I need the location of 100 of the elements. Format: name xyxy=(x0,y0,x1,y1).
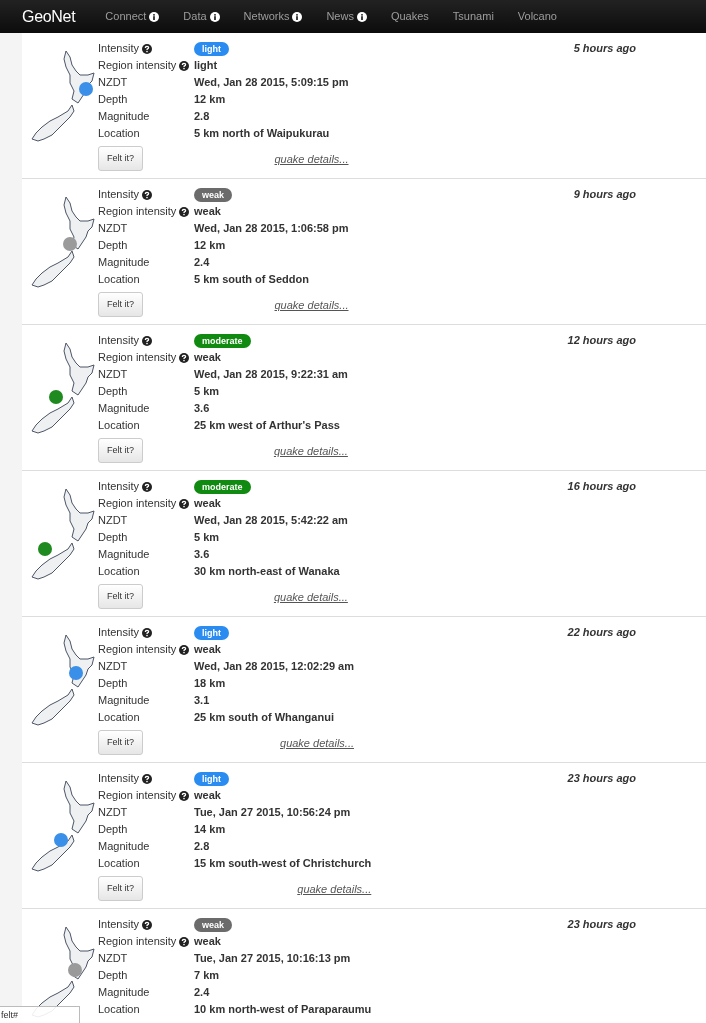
field-value: light xyxy=(194,59,218,71)
field-value: 12 km xyxy=(194,93,226,105)
field-label: NZDT xyxy=(98,659,128,674)
field-label: Magnitude xyxy=(98,109,150,124)
field-label: Region intensity xyxy=(98,642,177,657)
field-label: Intensity xyxy=(98,41,139,56)
felt-it-button[interactable]: Felt it? xyxy=(98,584,143,609)
field-label: Region intensity xyxy=(98,350,177,365)
field-value: weak xyxy=(194,205,221,217)
field-label: Location xyxy=(98,272,140,287)
field-value: Tue, Jan 27 2015, 10:56:24 pm xyxy=(194,806,351,818)
field-value: weak xyxy=(194,643,221,655)
field-label: NZDT xyxy=(98,221,128,236)
field-value: Wed, Jan 28 2015, 12:02:29 am xyxy=(194,660,354,672)
quake-details-link[interactable]: quake details... xyxy=(273,588,348,605)
intensity-badge: weak xyxy=(194,188,233,202)
field-label: Depth xyxy=(98,530,128,545)
field-value: 12 km xyxy=(194,239,226,251)
time-ago: 23 hours ago xyxy=(567,771,636,786)
field-value: 25 km south of Whanganui xyxy=(194,711,334,723)
quake-details-link[interactable]: quake details... xyxy=(273,442,348,459)
field-label: Depth xyxy=(98,384,128,399)
field-label: Region intensity xyxy=(98,58,177,73)
field-label: Magnitude xyxy=(98,401,150,416)
field-label: Location xyxy=(98,418,140,433)
quake-details-link[interactable]: quake details... xyxy=(274,296,349,313)
field-label: Region intensity xyxy=(98,496,177,511)
nav-link[interactable]: Tsunami xyxy=(452,8,494,25)
field-label: Region intensity xyxy=(98,788,177,803)
felt-it-button[interactable]: Felt it? xyxy=(98,876,143,901)
field-label: Intensity xyxy=(98,625,139,640)
time-ago: 23 hours ago xyxy=(567,917,636,932)
field-label: Depth xyxy=(98,822,128,837)
field-value: 3.1 xyxy=(194,694,210,706)
felt-it-button[interactable]: Felt it? xyxy=(98,292,143,317)
quake-details-link[interactable]: quake details... xyxy=(280,734,354,751)
nav-link[interactable]: News xyxy=(326,8,367,25)
field-label: Depth xyxy=(98,238,128,253)
field-value: 10 km north-west of Paraparaumu xyxy=(194,1003,372,1015)
felt-it-button[interactable]: Felt it? xyxy=(98,438,143,463)
felt-it-button[interactable]: Felt it? xyxy=(98,730,143,755)
field-label: NZDT xyxy=(98,951,128,966)
field-value: 2.4 xyxy=(194,986,210,998)
intensity-badge: light xyxy=(194,626,229,640)
time-ago: 12 hours ago xyxy=(567,333,636,348)
field-label: Magnitude xyxy=(98,693,150,708)
field-value: 2.8 xyxy=(194,840,210,852)
field-value: 5 km xyxy=(194,385,220,397)
field-label: NZDT xyxy=(98,805,128,820)
intensity-badge: weak xyxy=(194,918,233,932)
field-label: Intensity xyxy=(98,333,139,348)
field-label: Location xyxy=(98,856,140,871)
field-value: 7 km xyxy=(194,969,220,981)
field-value: weak xyxy=(194,789,221,801)
quake-details-link[interactable]: quake details... xyxy=(274,150,349,167)
time-ago: 16 hours ago xyxy=(567,479,636,494)
field-label: Intensity xyxy=(98,917,139,932)
field-label: Depth xyxy=(98,968,128,983)
field-value: 25 km west of Arthur's Pass xyxy=(194,419,340,431)
felt-it-button[interactable]: Felt it? xyxy=(98,146,143,171)
intensity-badge: moderate xyxy=(194,480,251,494)
field-label: Magnitude xyxy=(98,985,150,1000)
field-value: 5 km south of Seddon xyxy=(194,273,309,285)
field-value: 30 km north-east of Wanaka xyxy=(194,565,340,577)
quake-details-link[interactable]: quake details... xyxy=(297,880,372,897)
nav-link[interactable]: Connect xyxy=(105,8,160,25)
field-value: weak xyxy=(194,351,221,363)
field-label: Magnitude xyxy=(98,255,150,270)
field-value: 2.4 xyxy=(194,256,210,268)
field-value: Tue, Jan 27 2015, 10:16:13 pm xyxy=(194,952,351,964)
field-label: Region intensity xyxy=(98,204,177,219)
field-label: Region intensity xyxy=(98,934,177,949)
time-ago: 9 hours ago xyxy=(573,187,636,202)
field-label: Intensity xyxy=(98,479,139,494)
field-label: Intensity xyxy=(98,187,139,202)
intensity-badge: light xyxy=(194,42,229,56)
field-label: Location xyxy=(98,126,140,141)
field-label: Depth xyxy=(98,676,128,691)
nav-link[interactable]: Volcano xyxy=(517,8,557,25)
field-label: Location xyxy=(98,1002,140,1017)
status-url: felt# xyxy=(0,1006,80,1023)
intensity-badge: light xyxy=(194,772,229,786)
field-label: NZDT xyxy=(98,75,128,90)
field-value: 15 km south-west of Christchurch xyxy=(194,857,372,869)
field-value: 14 km xyxy=(194,823,226,835)
brand-logo[interactable]: GeoNet xyxy=(22,4,76,29)
field-value: 3.6 xyxy=(194,548,210,560)
field-label: Depth xyxy=(98,92,128,107)
field-label: Magnitude xyxy=(98,547,150,562)
field-value: Wed, Jan 28 2015, 1:06:58 pm xyxy=(194,222,349,234)
field-label: NZDT xyxy=(98,367,128,382)
nav-link[interactable]: Data xyxy=(183,8,220,25)
time-ago: 22 hours ago xyxy=(567,625,636,640)
field-value: Wed, Jan 28 2015, 9:22:31 am xyxy=(194,368,348,380)
nav-link[interactable]: Networks xyxy=(243,8,303,25)
field-value: Wed, Jan 28 2015, 5:42:22 am xyxy=(194,514,348,526)
field-value: 5 km north of Waipukurau xyxy=(194,127,330,139)
field-value: weak xyxy=(194,497,221,509)
nav-link[interactable]: Quakes xyxy=(390,8,429,25)
field-value: 3.6 xyxy=(194,402,210,414)
